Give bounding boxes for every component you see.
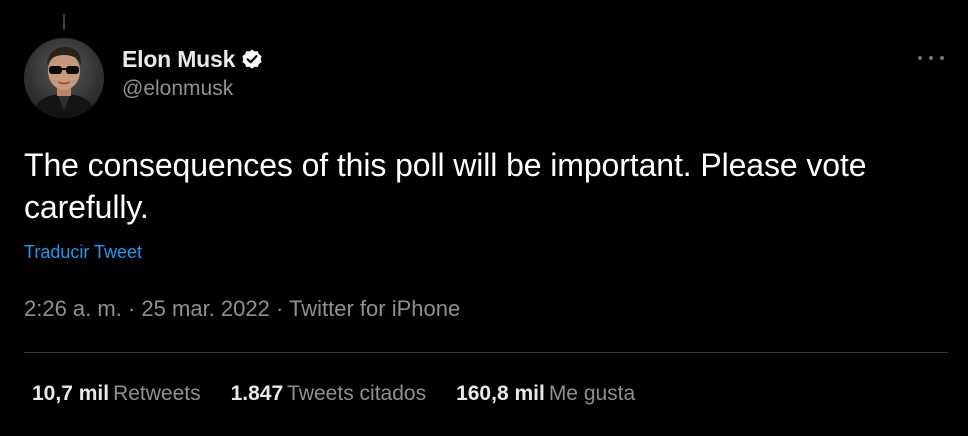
more-options-icon[interactable] (918, 50, 944, 66)
likes-label: Me gusta (548, 382, 636, 405)
divider (24, 352, 948, 353)
meta-separator: · (127, 296, 142, 321)
meta-separator: · (275, 296, 290, 321)
translate-tweet-link[interactable]: Traducir Tweet (24, 242, 142, 263)
tweet-date[interactable]: 25 mar. 2022 (141, 296, 269, 321)
tweet-text: The consequences of this poll will be im… (24, 147, 867, 225)
dot (940, 56, 944, 60)
retweets-label: Retweets (113, 382, 201, 405)
tweet-stats: 10,7 mil Retweets 1.847 Tweets citados 160… (32, 382, 635, 406)
author-display-name[interactable]: Elon Musk (122, 46, 235, 73)
likes-count: 160,8 mil (456, 382, 545, 405)
retweets-count: 10,7 mil (32, 382, 110, 405)
dot (918, 56, 922, 60)
avatar-photo (24, 38, 104, 118)
tweet-source[interactable]: Twitter for iPhone (289, 296, 460, 321)
avatar[interactable] (24, 38, 104, 118)
quote-tweets-stat[interactable]: 1.847 Tweets citados (231, 382, 426, 406)
quote-tweets-count: 1.847 (230, 382, 284, 405)
quote-tweets-label: Tweets citados (287, 382, 427, 405)
retweets-stat[interactable]: 10,7 mil Retweets (32, 382, 201, 406)
tweet-author: Elon Musk @elonmusk (122, 44, 264, 101)
thread-connector-line (63, 14, 65, 30)
verified-badge-icon (240, 47, 264, 71)
tweet-time[interactable]: 2:26 a. m. (24, 296, 122, 321)
author-handle[interactable]: @elonmusk (122, 77, 264, 101)
dot (929, 56, 933, 60)
likes-stat[interactable]: 160,8 mil Me gusta (456, 382, 635, 406)
author-name-row: Elon Musk (122, 44, 264, 74)
tweet-metadata: 2:26 a. m. · 25 mar. 2022 · Twitter for … (24, 296, 460, 322)
